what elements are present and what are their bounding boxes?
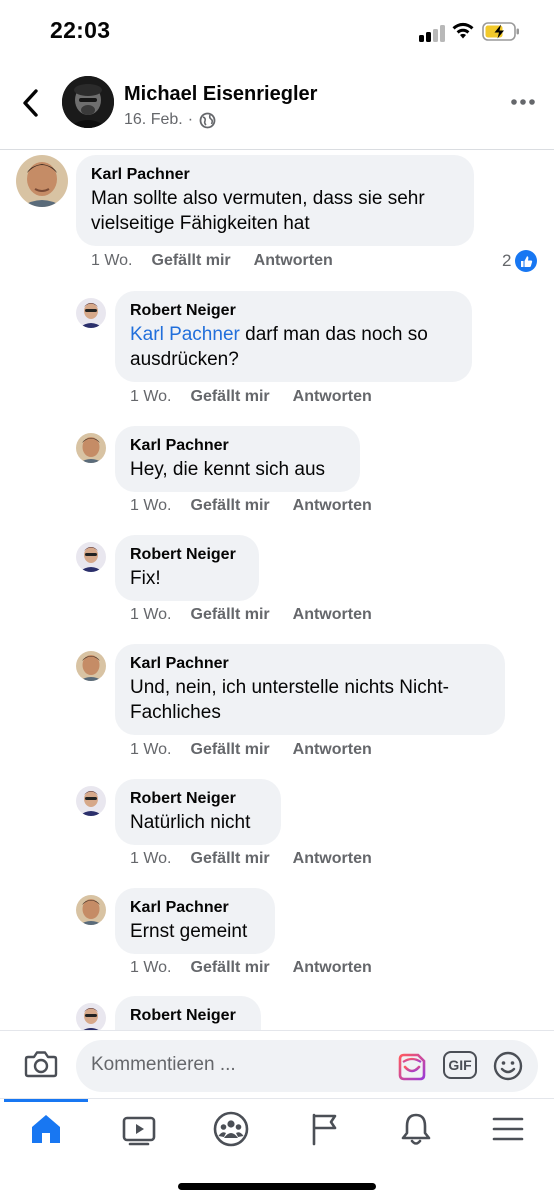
status-time: 22:03 — [50, 17, 111, 43]
reply-button[interactable]: Antworten — [293, 741, 372, 759]
comment-input-placeholder: Kommentieren ... — [91, 1054, 236, 1075]
comment-author[interactable]: Karl Pachner — [91, 164, 459, 186]
avatar[interactable] — [76, 433, 106, 463]
like-reaction-icon — [515, 250, 538, 272]
reply-button[interactable]: Antworten — [254, 252, 333, 270]
comment-time[interactable]: 1 Wo. — [130, 959, 172, 977]
camera-icon[interactable] — [24, 1049, 58, 1079]
comment-time[interactable]: 1 Wo. — [130, 606, 172, 624]
reply-button[interactable]: Antworten — [293, 388, 372, 406]
comment-composer: Kommentieren ... GIF — [0, 1030, 554, 1098]
comment-bubble[interactable]: Karl Pachner Und, nein, ich unterstelle … — [115, 644, 505, 735]
comment-text: Man sollte also vermuten, dass sie sehr … — [91, 188, 425, 234]
avatar[interactable] — [62, 76, 114, 128]
avatar[interactable] — [76, 651, 106, 681]
notifications-bell-icon[interactable] — [398, 1111, 434, 1147]
comment-text: Und, nein, ich unterstelle nichts Nicht-… — [130, 677, 449, 723]
like-button[interactable]: Gefällt mir — [152, 252, 231, 270]
like-button[interactable]: Gefällt mir — [191, 606, 270, 624]
comment-bubble[interactable]: Karl Pachner Man sollte also vermuten, d… — [76, 155, 474, 246]
reply-button[interactable]: Antworten — [293, 850, 372, 868]
comment-thread: Karl Pachner Man sollte also vermuten, d… — [0, 150, 554, 1030]
globe-icon — [199, 112, 216, 128]
groups-icon[interactable] — [213, 1111, 249, 1147]
comment-input[interactable]: Kommentieren ... GIF — [76, 1040, 538, 1092]
comment-time[interactable]: 1 Wo. — [91, 252, 133, 270]
comment-author[interactable]: Karl Pachner — [130, 897, 260, 919]
like-button[interactable]: Gefällt mir — [191, 959, 270, 977]
comment-author[interactable]: Robert Neiger — [130, 300, 457, 322]
home-icon[interactable] — [28, 1111, 64, 1147]
mention-link[interactable]: Karl Pachner — [130, 324, 240, 345]
comment-time[interactable]: 1 Wo. — [130, 497, 172, 515]
comment-text: Natürlich nicht — [130, 812, 251, 833]
avatar-sticker-icon[interactable] — [396, 1051, 428, 1083]
comment-bubble[interactable]: Robert Neiger Natürlich nicht — [115, 779, 281, 845]
pages-flag-icon[interactable] — [306, 1111, 342, 1147]
cellular-signal-icon — [419, 25, 445, 42]
avatar[interactable] — [16, 155, 68, 207]
like-button[interactable]: Gefällt mir — [191, 497, 270, 515]
comment-author[interactable]: Robert Neiger — [130, 1005, 246, 1027]
avatar[interactable] — [76, 298, 106, 328]
comment-time[interactable]: 1 Wo. — [130, 850, 172, 868]
like-button[interactable]: Gefällt mir — [191, 741, 270, 759]
bottom-tab-bar — [0, 1098, 554, 1200]
meta-separator: · — [187, 111, 194, 128]
comment-text: Ernst gemeint — [130, 921, 248, 942]
reaction-summary[interactable]: 2 — [502, 250, 538, 272]
post-author-name[interactable]: Michael Eisenriegler — [124, 83, 317, 106]
post-header: Michael Eisenriegler 16. Feb. · — [0, 62, 554, 150]
comment-actions: 1 Wo. Gefällt mir Antworten — [130, 850, 372, 868]
comment-actions: 1 Wo. Gefällt mir Antworten — [91, 252, 333, 270]
comment-text: Hey, die kennt sich aus — [130, 459, 326, 480]
battery-charging-icon — [482, 22, 519, 41]
back-arrow-icon[interactable] — [18, 86, 44, 120]
avatar[interactable] — [76, 1003, 106, 1030]
comment-time[interactable]: 1 Wo. — [130, 388, 172, 406]
comment-author[interactable]: Karl Pachner — [130, 653, 490, 675]
wifi-icon — [452, 22, 474, 39]
more-options-icon[interactable] — [510, 98, 536, 106]
comment-bubble[interactable]: Karl Pachner Ernst gemeint — [115, 888, 275, 954]
like-button[interactable]: Gefällt mir — [191, 850, 270, 868]
comment-actions: 1 Wo. Gefällt mir Antworten — [130, 959, 372, 977]
avatar[interactable] — [76, 895, 106, 925]
comment-time[interactable]: 1 Wo. — [130, 741, 172, 759]
comment-bubble[interactable]: Robert Neiger Karl Pachner darf man das … — [115, 291, 472, 382]
comment-author[interactable]: Robert Neiger — [130, 788, 266, 810]
status-bar: 22:03 — [0, 0, 554, 62]
menu-icon[interactable] — [490, 1111, 526, 1147]
comment-actions: 1 Wo. Gefällt mir Antworten — [130, 497, 372, 515]
active-tab-indicator — [4, 1099, 88, 1102]
avatar[interactable] — [76, 786, 106, 816]
reaction-count: 2 — [502, 251, 512, 270]
emoji-icon[interactable] — [492, 1050, 524, 1082]
comment-text: Karl Pachner darf man das noch so ausdrü… — [130, 322, 457, 372]
home-indicator — [178, 1183, 376, 1190]
post-meta: 16. Feb. · — [124, 111, 216, 129]
avatar[interactable] — [76, 542, 106, 572]
gif-button[interactable]: GIF — [443, 1051, 477, 1079]
like-button[interactable]: Gefällt mir — [191, 388, 270, 406]
comment-bubble[interactable]: Robert Neiger — [115, 996, 261, 1030]
video-icon[interactable] — [121, 1111, 157, 1147]
comment-author[interactable]: Karl Pachner — [130, 435, 345, 457]
reply-button[interactable]: Antworten — [293, 959, 372, 977]
comment-bubble[interactable]: Karl Pachner Hey, die kennt sich aus — [115, 426, 360, 492]
comment-bubble[interactable]: Robert Neiger Fix! — [115, 535, 259, 601]
reply-button[interactable]: Antworten — [293, 606, 372, 624]
comment-text: Fix! — [130, 568, 161, 589]
reply-button[interactable]: Antworten — [293, 497, 372, 515]
comment-actions: 1 Wo. Gefällt mir Antworten — [130, 741, 372, 759]
comment-author[interactable]: Robert Neiger — [130, 544, 244, 566]
comment-actions: 1 Wo. Gefällt mir Antworten — [130, 388, 372, 406]
post-date: 16. Feb. — [124, 111, 183, 128]
comment-actions: 1 Wo. Gefällt mir Antworten — [130, 606, 372, 624]
